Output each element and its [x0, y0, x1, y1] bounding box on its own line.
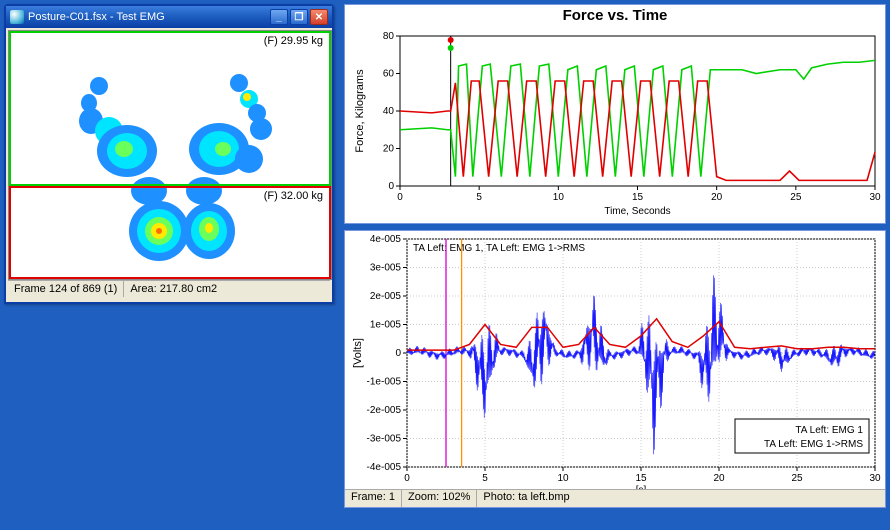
emg-status-zoom: Zoom: 102%: [402, 490, 477, 507]
posture-titlebar[interactable]: Posture-C01.fsx - Test EMG _ ❐ ✕: [6, 6, 332, 28]
emg-status-photo: Photo: ta left.bmp: [477, 490, 575, 507]
svg-text:0: 0: [388, 181, 394, 192]
svg-text:-4e-005: -4e-005: [367, 462, 402, 473]
svg-text:3e-005: 3e-005: [370, 263, 402, 274]
maximize-button[interactable]: ❐: [290, 9, 308, 25]
posture-statusbar: Frame 124 of 869 (1) Area: 217.80 cm2: [8, 280, 330, 297]
emg-chart: -4e-005 -3e-005 -2e-005 -1e-005 0 1e-005 2e-00…: [345, 231, 885, 489]
svg-text:30: 30: [869, 473, 881, 484]
posture-canvas: (F) 29.95 kg (F) 32.00 kg: [8, 30, 332, 280]
svg-text:5: 5: [476, 192, 482, 203]
svg-text:20: 20: [383, 144, 395, 155]
svg-text:TA Left: EMG 1->RMS: TA Left: EMG 1->RMS: [764, 439, 863, 450]
svg-text:Time, Seconds: Time, Seconds: [604, 206, 670, 217]
svg-text:80: 80: [383, 31, 395, 42]
app-icon: [10, 10, 24, 24]
force-chart: 0 20 40 60 80 0 5 10 15 20 25 30 Time, Seconds Force,…: [345, 26, 885, 222]
force-chart-title: Force vs. Time: [345, 5, 885, 26]
svg-text:15: 15: [632, 192, 644, 203]
heel-region: (F) 32.00 kg: [9, 186, 331, 279]
svg-text:15: 15: [635, 473, 647, 484]
svg-text:20: 20: [713, 473, 725, 484]
svg-text:25: 25: [790, 192, 802, 203]
svg-text:25: 25: [791, 473, 803, 484]
svg-text:2e-005: 2e-005: [370, 291, 402, 302]
forefoot-region: (F) 29.95 kg: [9, 31, 331, 186]
svg-text:TA Left: EMG 1: TA Left: EMG 1: [795, 425, 863, 436]
heel-weight-label: (F) 32.00 kg: [262, 190, 325, 202]
svg-text:4e-005: 4e-005: [370, 234, 402, 245]
svg-text:0: 0: [404, 473, 410, 484]
posture-window[interactable]: Posture-C01.fsx - Test EMG _ ❐ ✕: [4, 4, 334, 304]
posture-status-frame: Frame 124 of 869 (1): [8, 281, 124, 297]
svg-text:30: 30: [869, 192, 881, 203]
minimize-button[interactable]: _: [270, 9, 288, 25]
svg-text:-3e-005: -3e-005: [367, 434, 402, 445]
force-chart-panel: Force vs. Time 0 20 40 60 80 0 5 10 15 20 25 30 Time…: [344, 4, 886, 224]
close-button[interactable]: ✕: [310, 9, 328, 25]
emg-chart-panel: -4e-005 -3e-005 -2e-005 -1e-005 0 1e-005 2e-00…: [344, 230, 886, 508]
svg-text:10: 10: [553, 192, 565, 203]
svg-text:TA Left: EMG 1, TA Left: EMG 1: TA Left: EMG 1, TA Left: EMG 1->RMS: [413, 243, 585, 254]
svg-text:[Volts]: [Volts]: [352, 338, 364, 368]
posture-title: Posture-C01.fsx - Test EMG: [28, 11, 165, 23]
emg-status-frame: Frame: 1: [345, 490, 402, 507]
emg-statusbar: Frame: 1 Zoom: 102% Photo: ta left.bmp: [345, 489, 885, 507]
svg-text:60: 60: [383, 69, 395, 80]
forefoot-weight-label: (F) 29.95 kg: [262, 35, 325, 47]
svg-text:Force, Kilograms: Force, Kilograms: [354, 69, 366, 153]
svg-text:1e-005: 1e-005: [370, 320, 402, 331]
svg-text:10: 10: [557, 473, 569, 484]
svg-text:0: 0: [395, 348, 401, 359]
svg-text:20: 20: [711, 192, 723, 203]
svg-text:[s]: [s]: [636, 485, 647, 489]
svg-text:0: 0: [397, 192, 403, 203]
svg-text:40: 40: [383, 106, 395, 117]
posture-status-area: Area: 217.80 cm2: [124, 281, 330, 297]
svg-text:-1e-005: -1e-005: [367, 377, 402, 388]
svg-text:5: 5: [482, 473, 488, 484]
svg-text:-2e-005: -2e-005: [367, 405, 402, 416]
